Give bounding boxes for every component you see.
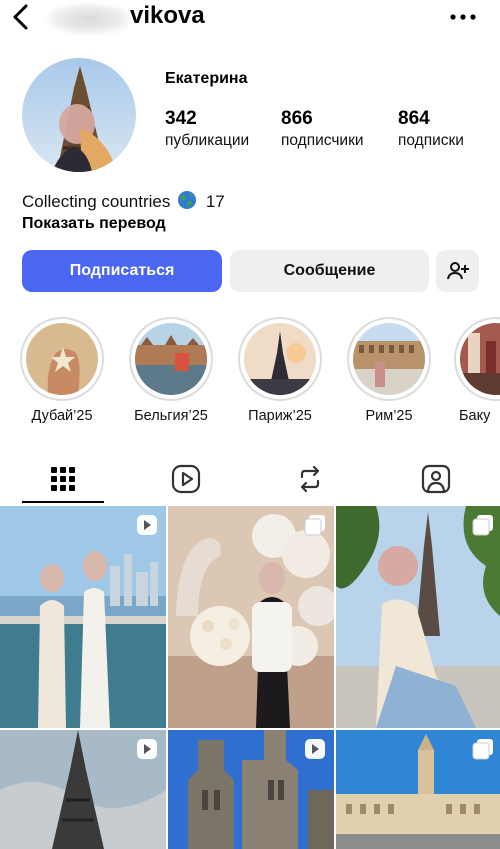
follow-button[interactable]: Подписаться [22, 250, 222, 292]
grid-icon [51, 467, 75, 491]
highlight-paris[interactable]: Париж’25 [235, 317, 325, 424]
carousel-badge-icon [304, 515, 325, 536]
highlight-cover [135, 323, 207, 395]
profile-header: enmavikova vikova [0, 0, 500, 40]
active-tab-indicator [22, 501, 104, 503]
highlight-cover [26, 323, 98, 395]
followers-stat[interactable]: 866 подписчики [281, 108, 364, 152]
highlight-label: Париж’25 [248, 408, 312, 424]
post-tile[interactable] [336, 506, 500, 728]
bio-text: Collecting countries [22, 192, 171, 211]
post-tile[interactable] [168, 506, 334, 728]
post-tile[interactable] [336, 730, 500, 849]
reel-badge-icon [305, 739, 325, 759]
posts-stat[interactable]: 342 публикации [165, 108, 249, 152]
highlight-label: Баку [459, 408, 491, 424]
highlight-dubai[interactable]: Дубай’25 [17, 317, 107, 424]
profile-bio: Collecting countries 17 [22, 190, 225, 212]
highlight-cover [353, 323, 425, 395]
bio-country-count: 17 [205, 192, 225, 211]
profile-display-name: Екатерина [165, 70, 248, 87]
post-tile[interactable] [0, 730, 166, 849]
highlight-label: Рим’25 [365, 408, 413, 424]
chevron-left-icon [13, 4, 28, 30]
post-tile[interactable] [0, 506, 166, 728]
tab-reposts[interactable] [255, 455, 365, 503]
highlight-cover [244, 323, 316, 395]
highlight-ring [20, 317, 104, 401]
ellipsis-icon [450, 14, 476, 20]
carousel-badge-icon [472, 515, 493, 536]
tab-reels[interactable] [131, 455, 241, 503]
highlight-label: Бельгия’25 [134, 408, 208, 424]
show-translation-link[interactable]: Показать перевод [22, 215, 166, 233]
back-button[interactable] [8, 2, 34, 32]
message-button[interactable]: Сообщение [230, 250, 429, 292]
tab-posts[interactable] [8, 455, 118, 503]
followers-count: 866 [281, 108, 313, 129]
reels-icon [171, 464, 201, 494]
highlight-rome[interactable]: Рим’25 [344, 317, 434, 424]
following-stat[interactable]: 864 подписки [398, 108, 464, 152]
reel-badge-icon [137, 739, 157, 759]
tab-tagged[interactable] [381, 455, 491, 503]
post-tile[interactable] [168, 730, 334, 849]
tagged-icon [421, 464, 451, 494]
highlight-ring [347, 317, 431, 401]
highlight-baku[interactable]: Баку [453, 317, 500, 424]
repost-icon [300, 465, 320, 493]
highlight-belgium[interactable]: Бельгия’25 [126, 317, 216, 424]
more-options-button[interactable] [446, 6, 480, 28]
globe-emoji-icon [178, 191, 197, 209]
highlight-cover [460, 323, 500, 395]
reel-badge-icon [137, 515, 157, 535]
carousel-badge-icon [472, 739, 493, 760]
profile-avatar[interactable] [22, 58, 136, 172]
add-person-icon [446, 262, 469, 280]
posts-label: публикации [165, 132, 250, 149]
posts-count: 342 [165, 108, 197, 129]
following-count: 864 [398, 108, 430, 129]
suggest-people-button[interactable] [436, 250, 479, 292]
highlight-ring [454, 317, 500, 401]
followers-label: подписчики [281, 132, 364, 149]
highlight-label: Дубай’25 [31, 408, 93, 424]
following-label: подписки [398, 132, 464, 149]
highlight-ring [129, 317, 213, 401]
highlight-ring [238, 317, 322, 401]
profile-username-visible: vikova [130, 2, 205, 29]
profile-tabs [0, 455, 500, 505]
